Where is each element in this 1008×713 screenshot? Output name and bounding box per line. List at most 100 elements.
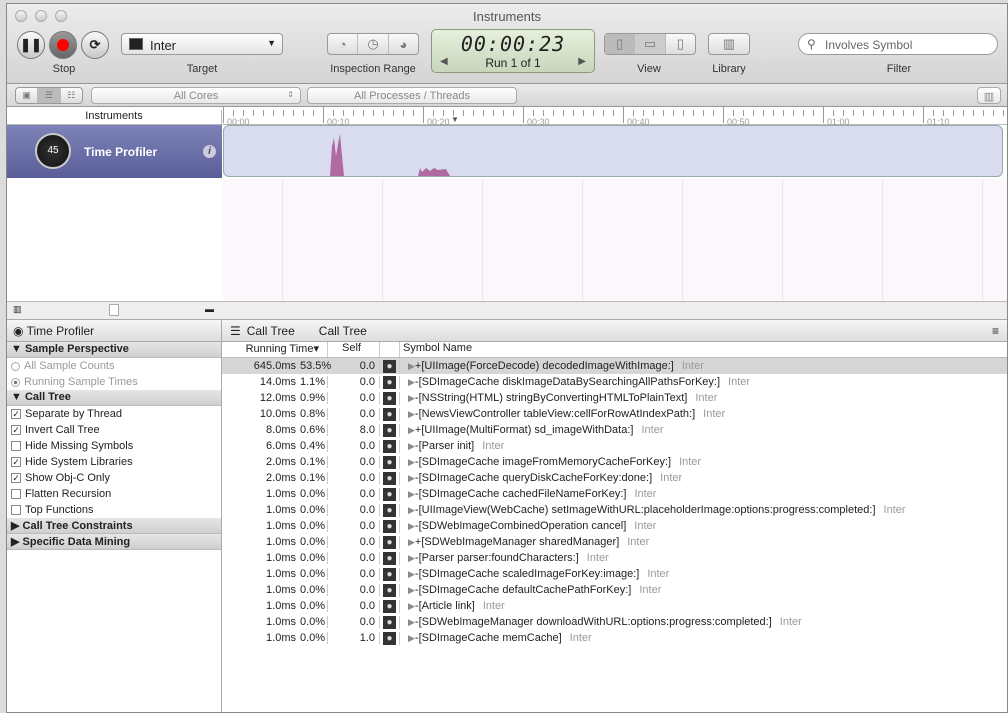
table-row[interactable]: 1.0ms 0.0% 0.0 ● ▶-[SDImageCache scaledI…: [222, 566, 1007, 582]
next-run-arrow[interactable]: ▶: [578, 56, 586, 67]
expand-triangle-icon[interactable]: ▶: [408, 585, 415, 595]
expand-triangle-icon[interactable]: ▶: [408, 601, 415, 611]
inspection-range-control[interactable]: ◔ ◷ ◕: [327, 33, 419, 55]
section-header[interactable]: ▶ Call Tree Constraints: [7, 518, 221, 534]
expand-triangle-icon[interactable]: ▶: [408, 537, 415, 547]
detail-list-icon[interactable]: ☷: [61, 88, 82, 103]
table-row[interactable]: 2.0ms 0.1% 0.0 ● ▶-[SDImageCache queryDi…: [222, 470, 1007, 486]
checkbox[interactable]: ✓: [11, 457, 21, 467]
snap-icon[interactable]: ▬: [205, 304, 214, 314]
expand-triangle-icon[interactable]: ▶: [408, 617, 415, 627]
expand-triangle-icon[interactable]: ▶: [408, 569, 415, 579]
table-row[interactable]: 1.0ms 0.0% 0.0 ● ▶-[SDWebImageManager do…: [222, 614, 1007, 630]
stop-button[interactable]: [49, 31, 77, 59]
minimize-button[interactable]: [35, 10, 47, 22]
ruler-tick: [263, 110, 264, 116]
expand-triangle-icon[interactable]: ▶: [408, 409, 415, 419]
divider-handle[interactable]: [109, 304, 119, 316]
close-button[interactable]: [15, 10, 27, 22]
expand-triangle-icon[interactable]: ▶: [408, 473, 415, 483]
view-left-icon[interactable]: ▯: [605, 34, 636, 54]
table-row[interactable]: 2.0ms 0.1% 0.0 ● ▶-[SDImageCache imageFr…: [222, 454, 1007, 470]
option-row[interactable]: All Sample Counts: [7, 358, 221, 374]
mode-icon-1[interactable]: ▣: [16, 88, 39, 103]
section-header[interactable]: ▶ Specific Data Mining: [7, 534, 221, 550]
expand-triangle-icon[interactable]: ▶: [408, 489, 415, 499]
table-row[interactable]: 14.0ms 1.1% 0.0 ● ▶-[SDImageCache diskIm…: [222, 374, 1007, 390]
option-row[interactable]: Top Functions: [7, 502, 221, 518]
table-row[interactable]: 1.0ms 0.0% 0.0 ● ▶-[SDImageCache cachedF…: [222, 486, 1007, 502]
table-row[interactable]: 1.0ms 0.0% 0.0 ● ▶-[UIImageView(WebCache…: [222, 502, 1007, 518]
option-row[interactable]: ✓ Separate by Thread: [7, 406, 221, 422]
table-row[interactable]: 6.0ms 0.4% 0.0 ● ▶-[Parser init] Inter: [222, 438, 1007, 454]
table-row[interactable]: 1.0ms 0.0% 0.0 ● ▶-[Article link] Inter: [222, 598, 1007, 614]
processes-popup[interactable]: All Processes / Threads: [307, 87, 517, 104]
table-row[interactable]: 1.0ms 0.0% 0.0 ● ▶-[Parser parser:foundC…: [222, 550, 1007, 566]
crumb-call-tree-1[interactable]: Call Tree: [247, 324, 295, 338]
menu-icon[interactable]: ≡: [992, 324, 999, 338]
expand-triangle-icon[interactable]: ▶: [408, 393, 415, 403]
option-row[interactable]: ✓ Hide System Libraries: [7, 454, 221, 470]
checkbox[interactable]: ✓: [11, 409, 21, 419]
cores-popup[interactable]: All Cores ⇕: [91, 87, 301, 104]
table-row[interactable]: 1.0ms 0.0% 0.0 ● ▶+[SDWebImageManager sh…: [222, 534, 1007, 550]
section-header[interactable]: ▼ Call Tree: [7, 390, 221, 406]
table-row[interactable]: 1.0ms 0.0% 1.0 ● ▶-[SDImageCache memCach…: [222, 630, 1007, 646]
crumb-call-tree-2[interactable]: Call Tree: [319, 324, 367, 338]
radio-button[interactable]: [11, 377, 20, 387]
checkbox[interactable]: [11, 505, 21, 515]
table-row[interactable]: 12.0ms 0.9% 0.0 ● ▶-[NSString(HTML) stri…: [222, 390, 1007, 406]
expand-triangle-icon[interactable]: ▶: [408, 441, 415, 451]
range-end-icon[interactable]: ◕: [389, 34, 418, 54]
expand-triangle-icon[interactable]: ▶: [408, 457, 415, 467]
table-row[interactable]: 1.0ms 0.0% 0.0 ● ▶-[SDImageCache default…: [222, 582, 1007, 598]
expand-triangle-icon[interactable]: ▶: [408, 505, 415, 515]
grid-line: [482, 179, 483, 301]
timeline-ruler[interactable]: Instruments 00:00 00:10 00:20 00:30 00:40 00:…: [7, 107, 1007, 127]
prev-run-arrow[interactable]: ◀: [440, 56, 448, 67]
radio-button[interactable]: [11, 361, 20, 371]
expand-triangle-icon[interactable]: ▶: [408, 521, 415, 531]
table-row[interactable]: 10.0ms 0.8% 0.0 ● ▶-[NewsViewController …: [222, 406, 1007, 422]
col-symbol-name[interactable]: Symbol Name: [400, 342, 472, 357]
expand-triangle-icon[interactable]: ▶: [408, 425, 415, 435]
time-profiler-graph[interactable]: [223, 125, 1003, 177]
track-scale-icon[interactable]: ▥: [13, 304, 22, 315]
option-row[interactable]: ✓ Invert Call Tree: [7, 422, 221, 438]
target-dropdown[interactable]: Inter ▼: [121, 33, 283, 55]
option-row[interactable]: Hide Missing Symbols: [7, 438, 221, 454]
track-time-profiler[interactable]: 45 Time Profiler i: [7, 125, 222, 178]
col-running-time[interactable]: Running Time▾: [222, 342, 328, 357]
option-row[interactable]: Flatten Recursion: [7, 486, 221, 502]
display-mode-control[interactable]: ▣ ☰ ☷: [15, 87, 83, 104]
checkbox[interactable]: ✓: [11, 425, 21, 435]
expand-triangle-icon[interactable]: ▶: [408, 553, 415, 563]
option-row[interactable]: Running Sample Times: [7, 374, 221, 390]
filter-search-field[interactable]: ⚲ Involves Symbol: [798, 33, 998, 55]
extended-detail-button[interactable]: ▥: [977, 87, 1001, 104]
expand-triangle-icon[interactable]: ▶: [408, 377, 415, 387]
zoom-button[interactable]: [55, 10, 67, 22]
option-row[interactable]: ✓ Show Obj-C Only: [7, 470, 221, 486]
range-start-icon[interactable]: ◔: [328, 34, 359, 54]
view-control[interactable]: ▯ ▭ ▯: [604, 33, 696, 55]
expand-triangle-icon[interactable]: ▶: [408, 361, 415, 371]
table-row[interactable]: 645.0ms 53.5% 0.0 ● ▶+[UIImage(ForceDeco…: [222, 358, 1007, 374]
info-icon[interactable]: i: [203, 145, 216, 158]
checkbox[interactable]: [11, 489, 21, 499]
expand-triangle-icon[interactable]: ▶: [408, 633, 415, 643]
col-self[interactable]: Self: [328, 342, 380, 357]
view-bottom-icon[interactable]: ▭: [635, 34, 666, 54]
pause-button[interactable]: ❚❚: [17, 31, 45, 59]
table-row[interactable]: 1.0ms 0.0% 0.0 ● ▶-[SDWebImageCombinedOp…: [222, 518, 1007, 534]
view-right-icon[interactable]: ▯: [666, 34, 695, 54]
checkbox[interactable]: ✓: [11, 473, 21, 483]
range-clear-icon[interactable]: ◷: [358, 34, 389, 54]
section-header[interactable]: ▼ Sample Perspective: [7, 342, 221, 358]
checkbox[interactable]: [11, 441, 21, 451]
library-button[interactable]: ▥: [708, 33, 750, 55]
restart-button[interactable]: ⟳: [81, 31, 109, 59]
list-icon[interactable]: ☰: [38, 88, 61, 103]
table-row[interactable]: 8.0ms 0.6% 8.0 ● ▶+[UIImage(MultiFormat)…: [222, 422, 1007, 438]
playhead-icon[interactable]: ▼: [451, 115, 459, 124]
